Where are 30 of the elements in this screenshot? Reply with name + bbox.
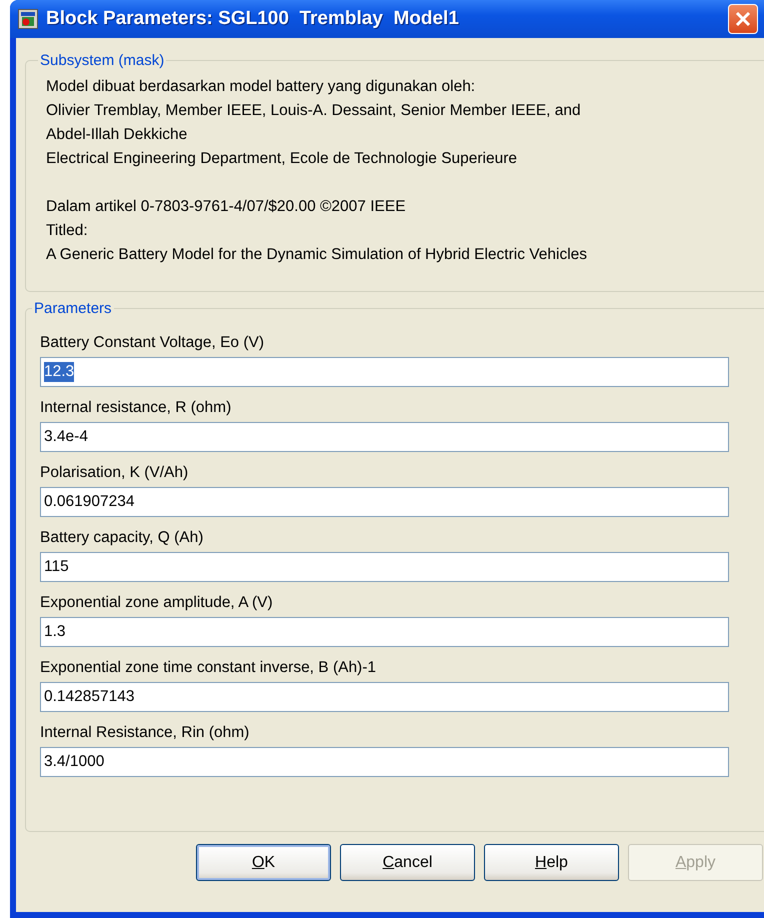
description-text: Titled: <box>46 221 89 241</box>
field-label: Internal resistance, R (ohm) <box>40 398 232 418</box>
field-label: Internal Resistance, Rin (ohm) <box>40 723 250 743</box>
input-field[interactable]: 1.3 <box>40 617 729 647</box>
input-field[interactable]: 0.061907234 <box>40 487 729 517</box>
field-label: Battery Constant Voltage, Eo (V) <box>40 333 266 353</box>
block-diagram-icon <box>18 9 38 29</box>
description-text: Dalam artikel 0-7803-9761-4/07/$20.00 ©2007 IEEE <box>46 197 407 217</box>
close-icon <box>734 10 752 28</box>
description-text: Electrical Engineering Department, Ecole de Technologie Superieure <box>46 149 518 169</box>
description-text: Olivier Tremblay, Member IEEE, Louis-A. Dessaint, Senior Member IEEE, and <box>46 101 582 121</box>
description-text: Abdel-Illah Dekkiche <box>46 125 188 145</box>
dialog-button[interactable]: Help <box>484 844 619 881</box>
dialog-button[interactable]: Cancel <box>340 844 475 881</box>
group-title: Subsystem (mask) <box>39 52 166 69</box>
field-label: Exponential zone time constant inverse, B (Ah)-1 <box>40 658 378 678</box>
description-text: A Generic Battery Model for the Dynamic Simulation of Hybrid Electric Vehicles <box>46 245 588 265</box>
field-label: Exponential zone amplitude, A (V) <box>40 593 274 613</box>
input-field[interactable]: 12.3 <box>40 357 729 387</box>
dialog-button[interactable]: OK <box>196 844 331 881</box>
input-field[interactable]: 3.4/1000 <box>40 747 729 777</box>
field-label: Polarisation, K (V/Ah) <box>40 463 190 483</box>
input-field[interactable]: 3.4e-4 <box>40 422 729 452</box>
description-text: Model dibuat berdasarkan model battery yang digunakan oleh: <box>46 77 476 97</box>
window-title: Block Parameters: SGL100 Tremblay Model1 <box>46 8 460 30</box>
group-title: Parameters <box>33 300 113 317</box>
field-label: Battery capacity, Q (Ah) <box>40 528 204 548</box>
close-button[interactable] <box>728 4 758 34</box>
input-field[interactable]: 115 <box>40 552 729 582</box>
input-field[interactable]: 0.142857143 <box>40 682 729 712</box>
